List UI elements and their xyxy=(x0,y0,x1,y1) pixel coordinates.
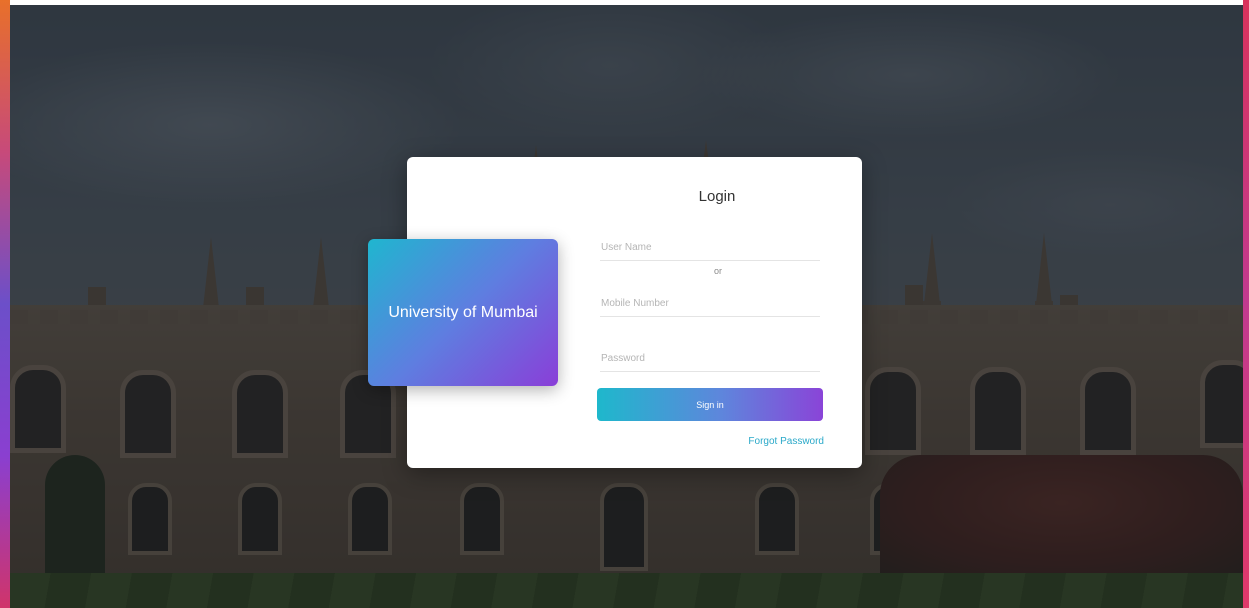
username-input[interactable] xyxy=(600,234,820,261)
sign-in-button[interactable]: Sign in xyxy=(597,388,823,421)
left-edge-accent xyxy=(0,0,10,608)
login-title: Login xyxy=(698,188,736,205)
right-edge-accent xyxy=(1243,0,1249,608)
login-page: University of Mumbai Login or Sign in Fo… xyxy=(0,0,1249,608)
brand-panel: University of Mumbai xyxy=(368,239,558,386)
mobile-number-input[interactable] xyxy=(600,290,820,317)
forgot-password-link[interactable]: Forgot Password xyxy=(724,436,824,447)
brand-name: University of Mumbai xyxy=(388,304,538,321)
or-separator: or xyxy=(713,266,722,276)
password-input[interactable] xyxy=(600,345,820,372)
